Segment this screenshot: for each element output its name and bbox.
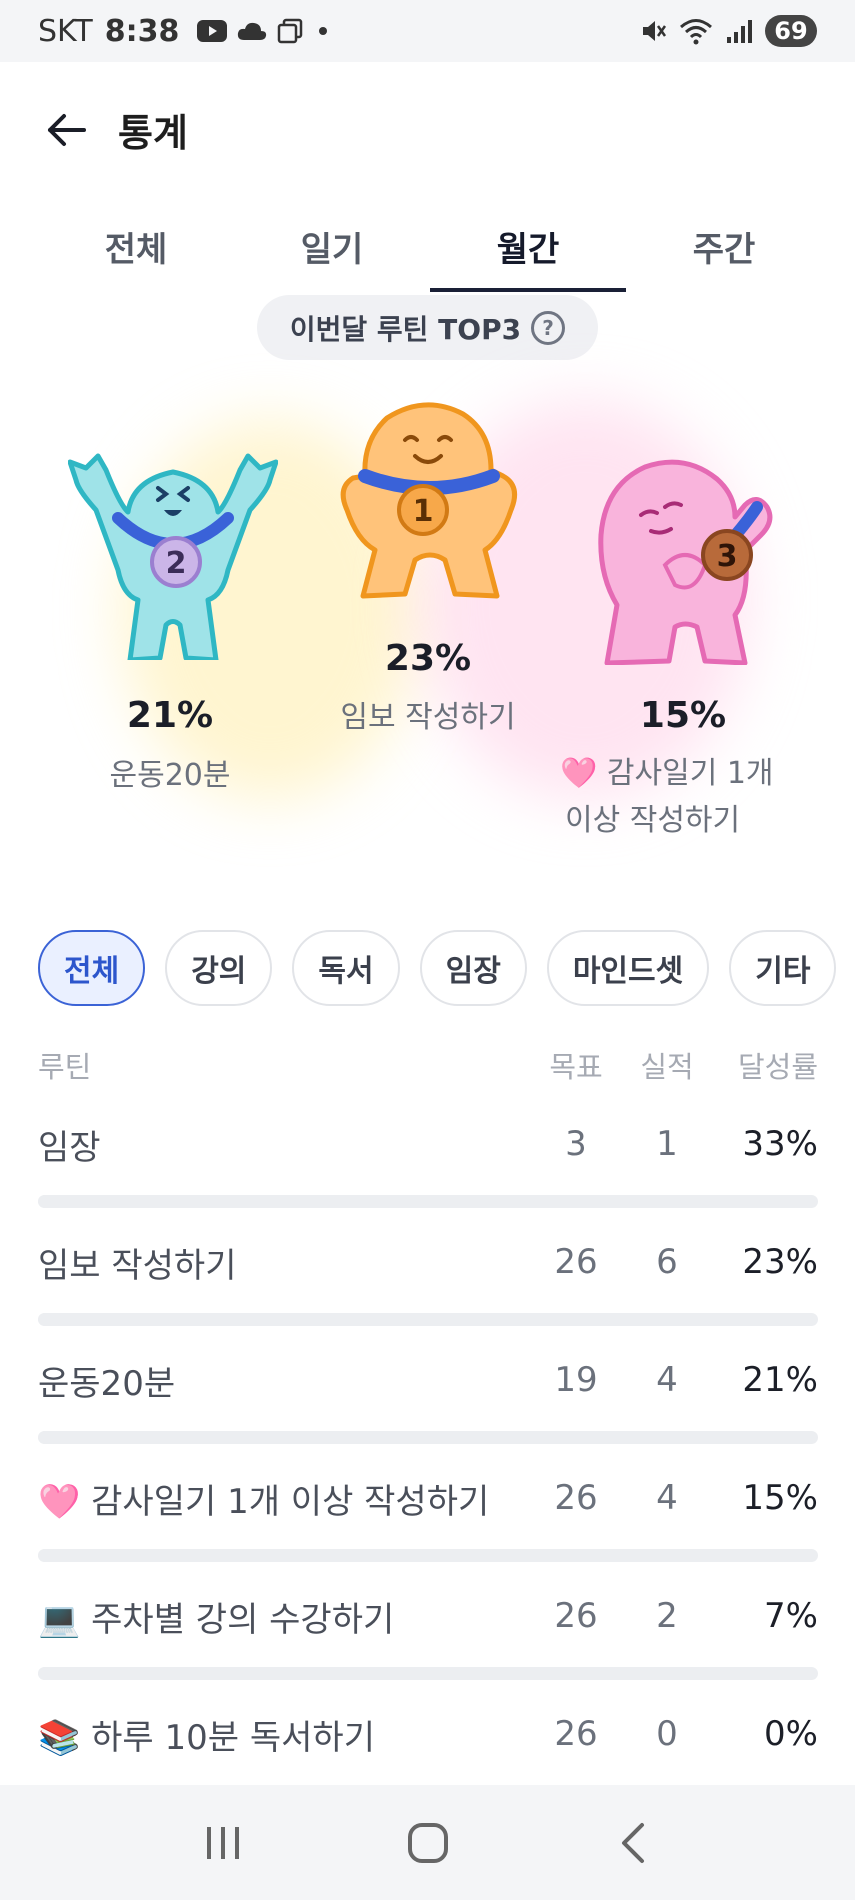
carrier-label: SKT: [38, 13, 93, 49]
tab-all[interactable]: 전체: [38, 200, 234, 292]
progress-bar: [38, 1431, 818, 1444]
routine-done: 4: [656, 1360, 678, 1400]
routine-name: 🩷 감사일기 1개 이상 작성하기: [38, 1481, 490, 1522]
routine-rate: 23%: [742, 1242, 818, 1282]
top3-pill[interactable]: 이번달 루틴 TOP3 ?: [257, 295, 598, 360]
routine-name: 💻 주차별 강의 수강하기: [38, 1599, 395, 1640]
progress-fill: [38, 1195, 296, 1208]
tab-weekly[interactable]: 주간: [626, 200, 822, 292]
rank3-percent: 15%: [639, 695, 727, 736]
battery-indicator: 69: [765, 15, 817, 47]
back-button[interactable]: [42, 105, 92, 155]
routine-done: 2: [656, 1596, 678, 1636]
progress-bar: [38, 1549, 818, 1562]
progress-bar: [38, 1667, 818, 1680]
routine-name: 임장: [38, 1127, 101, 1168]
progress-fill: [38, 1313, 218, 1326]
wifi-icon: [679, 17, 713, 45]
recent-apps-button[interactable]: [188, 1808, 258, 1878]
table-row[interactable]: 임보 작성하기 26 6 23%: [38, 1223, 818, 1341]
category-chips: 전체 강의 독서 임장 마인드셋 기타: [38, 930, 855, 1006]
routine-name: 임보 작성하기: [38, 1245, 237, 1286]
routine-goal: 26: [554, 1714, 598, 1754]
header-goal: 목표: [549, 1050, 603, 1084]
table-row[interactable]: 운동20분 19 4 21%: [38, 1341, 818, 1459]
chip-reading[interactable]: 독서: [292, 930, 400, 1006]
progress-bar: [38, 1195, 818, 1208]
copy-icon: [277, 18, 303, 44]
rank3-name-line2: 이상 작성하기: [565, 803, 741, 838]
rank2-character: 2: [68, 453, 278, 660]
home-icon: [407, 1822, 448, 1863]
table-row[interactable]: 💻 주차별 강의 수강하기 26 2 7%: [38, 1577, 818, 1695]
chip-site-visit[interactable]: 임장: [419, 930, 527, 1006]
routine-goal: 26: [554, 1242, 598, 1282]
routine-done: 4: [656, 1478, 678, 1518]
medal-3-number: 3: [717, 539, 738, 574]
mute-icon: [639, 17, 667, 45]
dot-icon: [313, 21, 333, 41]
table-row[interactable]: 임장 3 1 33%: [38, 1105, 818, 1223]
system-back-button[interactable]: [598, 1808, 668, 1878]
tab-diary[interactable]: 일기: [234, 200, 430, 292]
status-left: SKT 8:38: [38, 14, 333, 49]
chip-all[interactable]: 전체: [38, 930, 146, 1006]
header-routine: 루틴: [38, 1050, 92, 1084]
progress-fill: [38, 1549, 155, 1562]
top3-label: 이번달 루틴 TOP3: [289, 312, 522, 346]
clock: 8:38: [104, 13, 180, 49]
arrow-left-icon: [48, 113, 86, 146]
header-done: 실적: [640, 1050, 694, 1084]
status-right: 69: [639, 15, 817, 47]
recent-apps-icon: [206, 1826, 239, 1859]
progress-fill: [38, 1431, 202, 1444]
routine-rate: 15%: [742, 1478, 818, 1518]
rank2-percent: 21%: [126, 695, 214, 736]
routine-done: 1: [656, 1124, 678, 1164]
chevron-left-icon: [621, 1822, 644, 1863]
medal-1-number: 1: [413, 494, 434, 529]
routine-done: 0: [656, 1714, 678, 1754]
cloud-icon: [237, 20, 267, 42]
routine-name: 📚 하루 10분 독서하기: [38, 1717, 375, 1758]
rank1-character: 1: [340, 402, 518, 599]
chip-mindset[interactable]: 마인드셋: [546, 930, 710, 1006]
progress-bar: [38, 1313, 818, 1326]
table-row[interactable]: 🩷 감사일기 1개 이상 작성하기 26 4 15%: [38, 1459, 818, 1577]
signal-icon: [725, 17, 753, 45]
rank1-percent: 23%: [384, 638, 472, 679]
system-nav-bar: [0, 1785, 855, 1900]
top3-podium: 2 1 3 21% 운동20분 23% 임보 작성하기 15% 🩷 감사일기 1…: [0, 380, 855, 850]
period-tabs: 전체 일기 월간 주간: [38, 200, 822, 292]
rank3-character: 3: [598, 459, 773, 665]
routine-rate: 33%: [742, 1124, 818, 1164]
routine-table: 임장 3 1 33% 임보 작성하기 26 6 23% 운동20분 19 4 2…: [38, 1105, 818, 1813]
rank2-name: 운동20분: [109, 758, 231, 793]
home-button[interactable]: [393, 1808, 463, 1878]
routine-goal: 26: [554, 1596, 598, 1636]
routine-name: 운동20분: [38, 1363, 176, 1404]
status-bar: SKT 8:38 69: [0, 0, 855, 62]
chip-lecture[interactable]: 강의: [165, 930, 273, 1006]
youtube-icon: [197, 20, 228, 42]
tab-monthly[interactable]: 월간: [430, 200, 626, 292]
header-rate: 달성률: [737, 1050, 818, 1084]
routine-rate: 0%: [764, 1714, 818, 1754]
progress-fill: [38, 1667, 93, 1680]
rank3-name-line1: 🩷 감사일기 1개: [560, 756, 774, 791]
help-icon[interactable]: ?: [531, 310, 566, 345]
app-header: 통계: [0, 62, 855, 197]
page-title: 통계: [118, 111, 188, 155]
rank1-name: 임보 작성하기: [340, 700, 516, 735]
table-header: 루틴 목표 실적 달성률: [38, 1040, 818, 1090]
routine-goal: 19: [554, 1360, 598, 1400]
chip-etc[interactable]: 기타: [729, 930, 837, 1006]
routine-goal: 26: [554, 1478, 598, 1518]
routine-rate: 21%: [742, 1360, 818, 1400]
routine-done: 6: [656, 1242, 678, 1282]
medal-2-number: 2: [166, 546, 187, 581]
routine-goal: 3: [565, 1124, 587, 1164]
routine-rate: 7%: [764, 1596, 818, 1636]
